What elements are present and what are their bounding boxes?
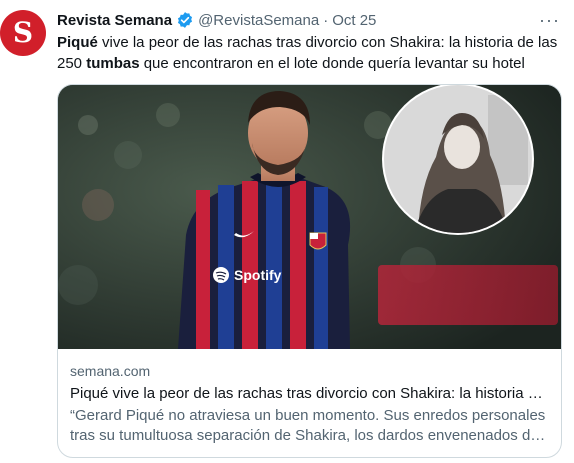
card-domain: semana.com: [70, 363, 151, 379]
separator-dot: ·: [323, 11, 329, 29]
tweet-text-bold-1: Piqué: [57, 34, 98, 51]
tweet-text-part-4: que encontraron en el lote donde quería …: [139, 55, 525, 72]
tweet-text-bold-2: tumbas: [86, 55, 140, 72]
verified-badge-icon: [176, 11, 194, 29]
avatar[interactable]: S: [0, 10, 46, 56]
link-card[interactable]: Spotify semana.com Piqué vive la peor de…: [57, 84, 562, 458]
author-handle[interactable]: @RevistaSemana: [198, 12, 319, 29]
card-photo: Spotify: [58, 85, 561, 349]
tweet-header: Revista Semana @RevistaSemana · Oct 25 ·…: [57, 10, 560, 30]
card-image[interactable]: Spotify: [58, 85, 561, 349]
card-description-line-2: tras su tumultuosa separación de Shakira…: [70, 427, 549, 444]
spotify-logo-icon: [213, 267, 229, 283]
more-options-icon[interactable]: ···: [539, 10, 560, 31]
card-description-line-1: “Gerard Piqué no atraviesa un buen momen…: [70, 407, 546, 424]
avatar-letter: S: [12, 16, 34, 49]
author-name[interactable]: Revista Semana: [57, 12, 172, 29]
card-meta: semana.com Piqué vive la peor de las rac…: [70, 362, 549, 446]
tweet-date[interactable]: Oct 25: [332, 12, 376, 29]
card-description: “Gerard Piqué no atraviesa un buen momen…: [70, 406, 549, 446]
fc-barcelona-crest-icon: [309, 232, 327, 250]
card-title[interactable]: Piqué vive la peor de las rachas tras di…: [70, 384, 549, 404]
tweet-text: Piqué vive la peor de las rachas tras di…: [57, 32, 562, 74]
sponsor-text: Spotify: [234, 267, 282, 283]
